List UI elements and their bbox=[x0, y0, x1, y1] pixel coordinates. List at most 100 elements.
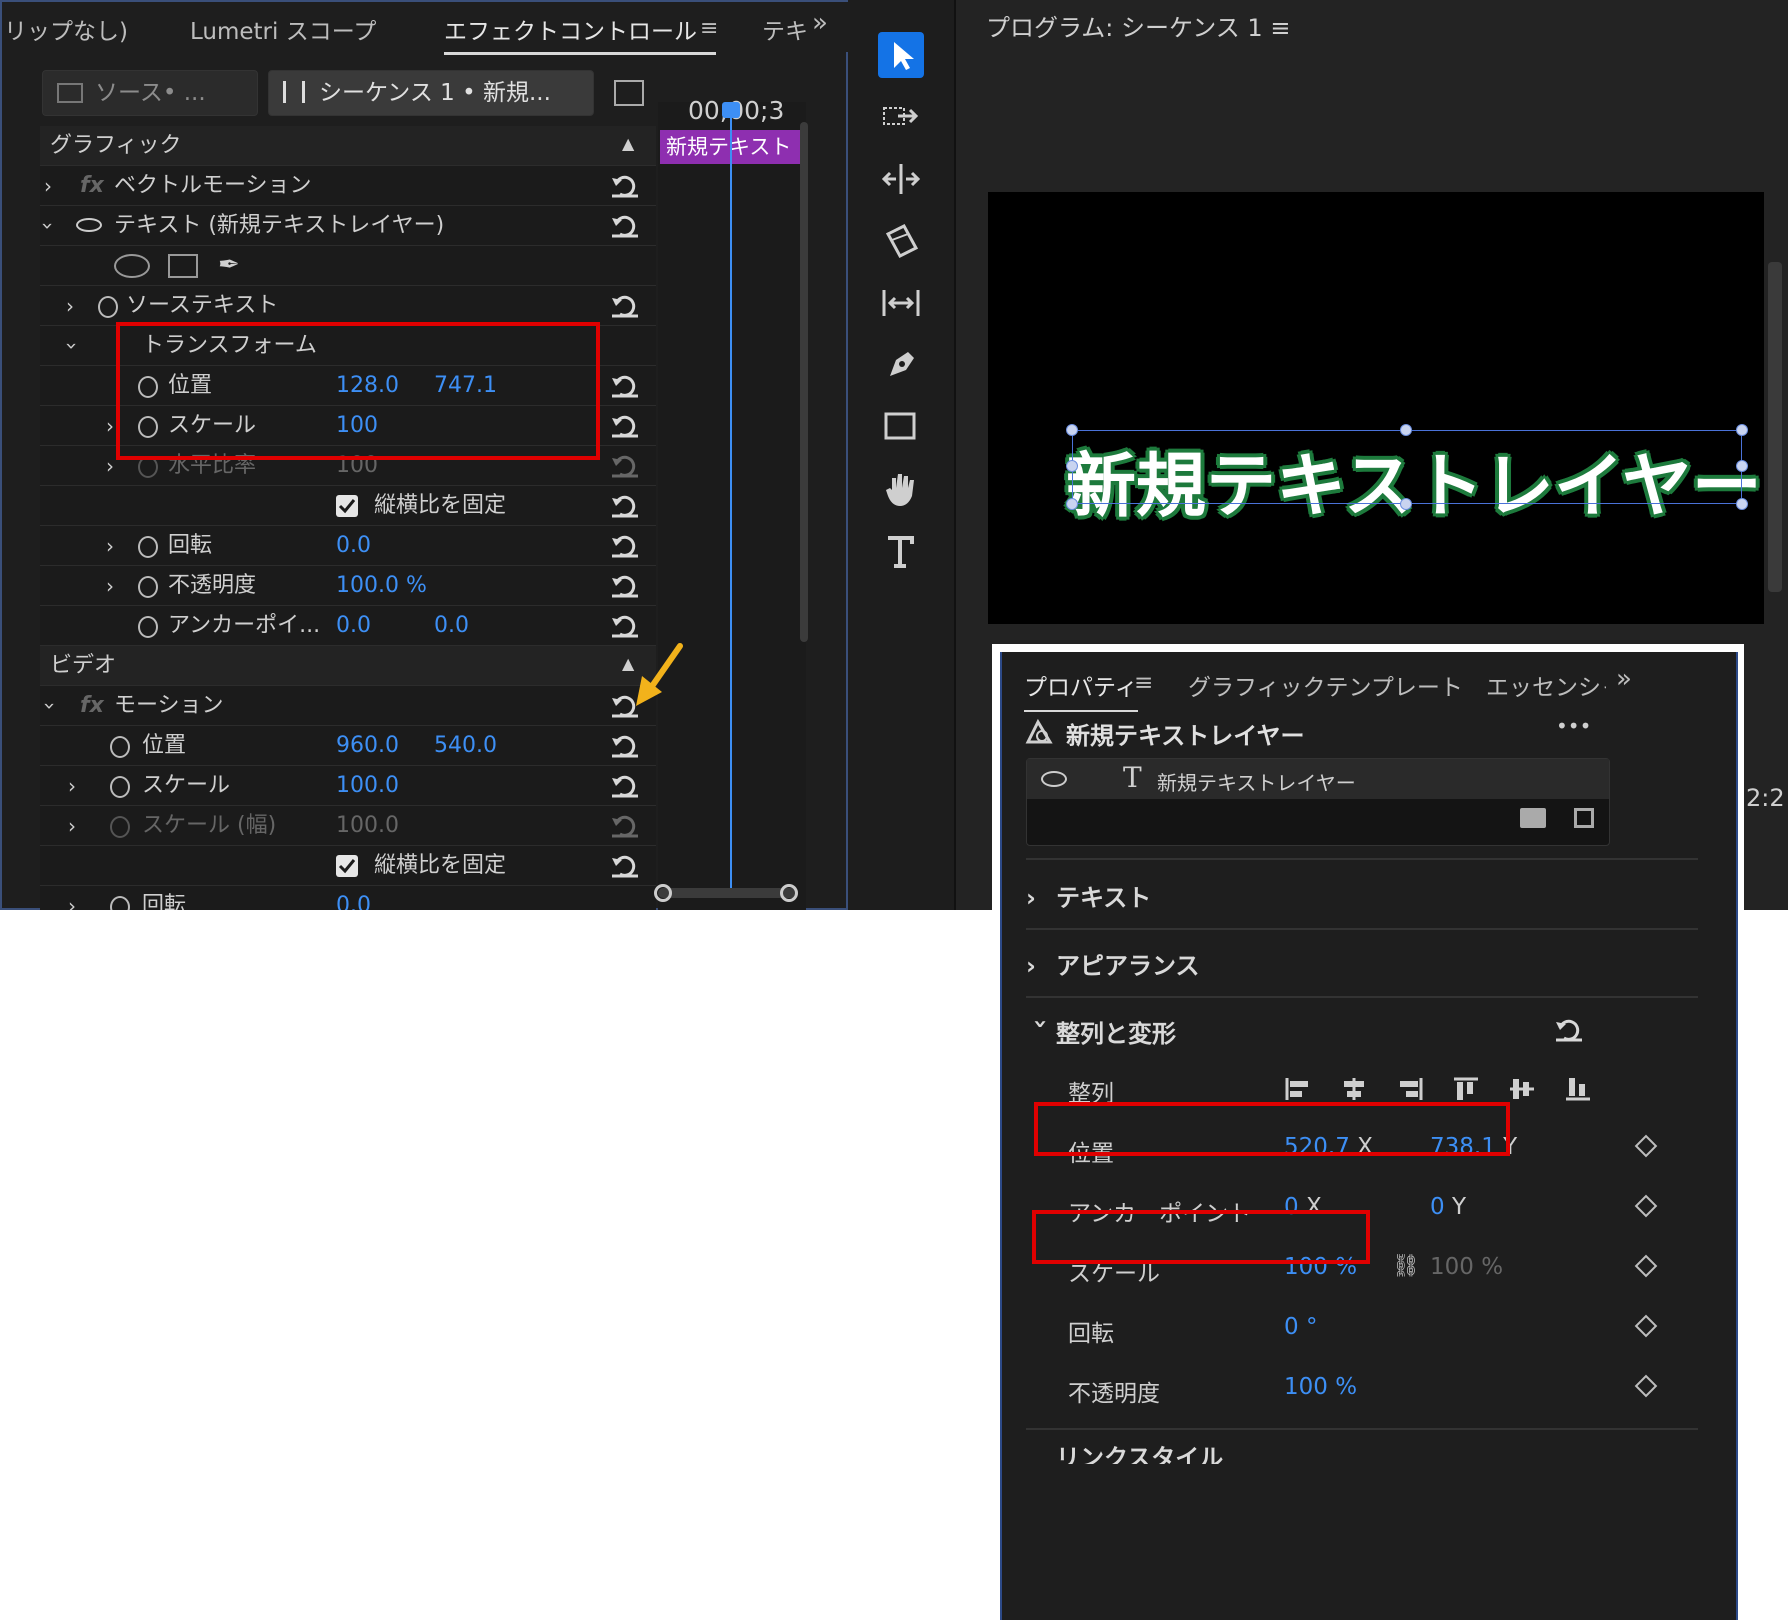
keyframe-diamond-icon[interactable] bbox=[1634, 1134, 1658, 1158]
stopwatch-icon[interactable] bbox=[138, 616, 158, 638]
prop-rotation-value[interactable]: 0 ° bbox=[1284, 1314, 1317, 1340]
align-center-icon[interactable] bbox=[1340, 1076, 1368, 1102]
section-appearance[interactable]: › アピアランス bbox=[1026, 946, 1200, 986]
panel-menu-icon[interactable]: ≡ bbox=[1270, 14, 1290, 42]
chevron-right-icon[interactable]: › bbox=[106, 406, 114, 446]
eye-icon[interactable] bbox=[76, 218, 102, 232]
transform-handle-icon[interactable] bbox=[1736, 498, 1748, 510]
more-options-icon[interactable]: ••• bbox=[1556, 714, 1591, 738]
align-top-icon[interactable] bbox=[1452, 1076, 1480, 1102]
section-next-partial[interactable]: リンクスタイル bbox=[1026, 1444, 1223, 1464]
chevron-right-icon[interactable]: › bbox=[106, 566, 114, 606]
chevron-right-icon[interactable]: › bbox=[68, 886, 76, 910]
chevron-right-icon[interactable]: › bbox=[1026, 884, 1056, 912]
source-pill[interactable]: ソース• ... bbox=[42, 70, 258, 116]
align-right-icon[interactable] bbox=[1396, 1076, 1424, 1102]
selection-tool-icon[interactable] bbox=[878, 32, 924, 78]
timeline-toggle-icon[interactable] bbox=[614, 80, 644, 106]
reset-icon[interactable] bbox=[610, 294, 640, 318]
transform-handle-icon[interactable] bbox=[1736, 460, 1748, 472]
chevron-down-icon[interactable]: › bbox=[28, 222, 68, 230]
align-left-icon[interactable] bbox=[1284, 1076, 1312, 1102]
tab-overflow-icon[interactable]: » bbox=[812, 8, 828, 38]
tab-graphic-templates[interactable]: グラフィックテンプレート bbox=[1188, 668, 1463, 702]
zoom-handle-left-icon[interactable] bbox=[654, 884, 672, 902]
keyframe-diamond-icon[interactable] bbox=[1634, 1374, 1658, 1398]
stopwatch-icon[interactable] bbox=[110, 776, 130, 798]
program-scrollbar[interactable] bbox=[1768, 262, 1782, 592]
tab-effect-controls[interactable]: エフェクトコントロール bbox=[444, 12, 716, 55]
chevron-down-icon[interactable]: › bbox=[1027, 1019, 1055, 1049]
keyframe-diamond-icon[interactable] bbox=[1634, 1194, 1658, 1218]
prop-anchor-y-value[interactable]: 0 bbox=[1430, 1194, 1445, 1220]
reset-icon[interactable] bbox=[610, 854, 640, 878]
opacity-value[interactable]: 100.0 % bbox=[336, 566, 427, 606]
transform-handle-icon[interactable] bbox=[1066, 460, 1078, 472]
program-monitor-title[interactable]: プログラム: シーケンス 1 ≡ bbox=[986, 8, 1290, 43]
reset-icon[interactable] bbox=[610, 374, 640, 398]
keyframe-diamond-icon[interactable] bbox=[1634, 1254, 1658, 1278]
tab-essential[interactable]: エッセンシャ bbox=[1486, 668, 1606, 702]
rotation-value[interactable]: 0.0 bbox=[336, 526, 371, 566]
keyframe-diamond-icon[interactable] bbox=[1634, 1314, 1658, 1338]
slip-tool-icon[interactable] bbox=[878, 280, 924, 326]
stopwatch-icon[interactable] bbox=[110, 736, 130, 758]
motion-position-y-value[interactable]: 540.0 bbox=[434, 726, 497, 766]
tab-source-clip[interactable]: リップなし) bbox=[4, 12, 128, 46]
tab-overflow-icon[interactable]: » bbox=[1616, 664, 1632, 694]
new-layer-icon[interactable] bbox=[1574, 808, 1594, 828]
tab-properties[interactable]: プロパティ bbox=[1024, 668, 1138, 712]
stopwatch-icon[interactable] bbox=[110, 896, 130, 910]
vertical-scrollbar[interactable] bbox=[800, 122, 808, 642]
playhead[interactable] bbox=[730, 110, 732, 890]
checkbox-checked-icon[interactable] bbox=[336, 855, 358, 877]
chevron-right-icon[interactable]: › bbox=[66, 286, 74, 326]
rectangle-tool-icon[interactable] bbox=[878, 404, 924, 450]
text-bounding-box[interactable] bbox=[1072, 430, 1742, 504]
rectangle-mask-icon[interactable] bbox=[168, 254, 198, 278]
tab-menu-icon[interactable]: ≡ bbox=[700, 16, 718, 41]
text-layer-row[interactable]: › テキスト (新規テキストレイヤー) bbox=[36, 206, 656, 246]
zoom-handle-right-icon[interactable] bbox=[780, 884, 798, 902]
tab-lumetri-scopes[interactable]: Lumetri スコープ bbox=[190, 12, 376, 46]
tab-menu-icon[interactable]: ≡ bbox=[1134, 670, 1153, 696]
anchor-y-value[interactable]: 0.0 bbox=[434, 606, 469, 646]
transform-handle-icon[interactable] bbox=[1066, 424, 1078, 436]
ellipse-mask-icon[interactable] bbox=[114, 254, 150, 278]
chevron-right-icon[interactable]: › bbox=[68, 766, 76, 806]
layer-item[interactable]: T 新規テキストレイヤー bbox=[1027, 759, 1609, 799]
motion-rotation-value[interactable]: 0.0 bbox=[336, 886, 371, 910]
reset-icon[interactable] bbox=[610, 174, 640, 198]
track-select-tool-icon[interactable] bbox=[878, 94, 924, 140]
ripple-edit-tool-icon[interactable] bbox=[878, 156, 924, 202]
chevron-down-icon[interactable]: › bbox=[52, 342, 92, 350]
chevron-right-icon[interactable]: › bbox=[68, 806, 76, 846]
chevron-right-icon[interactable]: › bbox=[44, 166, 52, 206]
reset-icon[interactable] bbox=[610, 494, 640, 518]
stopwatch-icon[interactable] bbox=[138, 536, 158, 558]
stopwatch-icon[interactable] bbox=[138, 576, 158, 598]
reset-icon[interactable] bbox=[610, 614, 640, 638]
motion-row[interactable]: › fx モーション bbox=[38, 686, 656, 726]
motion-scale-value[interactable]: 100.0 bbox=[336, 766, 399, 806]
transform-handle-icon[interactable] bbox=[1736, 424, 1748, 436]
sequence-pill[interactable]: シーケンス 1 • 新規... bbox=[268, 70, 594, 116]
collapse-up-icon[interactable]: ▲ bbox=[622, 124, 634, 164]
transform-handle-icon[interactable] bbox=[1066, 498, 1078, 510]
playhead-handle-icon[interactable] bbox=[722, 102, 740, 118]
chevron-down-icon[interactable]: › bbox=[30, 702, 70, 710]
razor-tool-icon[interactable] bbox=[878, 218, 924, 264]
checkbox-checked-icon[interactable] bbox=[336, 495, 358, 517]
align-bottom-icon[interactable] bbox=[1564, 1076, 1592, 1102]
stopwatch-icon[interactable] bbox=[98, 296, 118, 318]
chevron-right-icon[interactable]: › bbox=[106, 526, 114, 566]
chevron-right-icon[interactable]: › bbox=[1026, 952, 1056, 980]
vector-motion-row[interactable]: › fx ベクトルモーション bbox=[40, 166, 656, 206]
link-chain-icon[interactable]: ⛓ bbox=[1392, 1254, 1420, 1279]
folder-icon[interactable] bbox=[1520, 808, 1546, 828]
reset-icon[interactable] bbox=[610, 414, 640, 438]
chevron-right-icon[interactable]: › bbox=[106, 446, 114, 486]
tab-text[interactable]: テキ bbox=[762, 12, 808, 46]
pen-tool-icon[interactable] bbox=[878, 342, 924, 388]
transform-handle-icon[interactable] bbox=[1400, 498, 1412, 510]
